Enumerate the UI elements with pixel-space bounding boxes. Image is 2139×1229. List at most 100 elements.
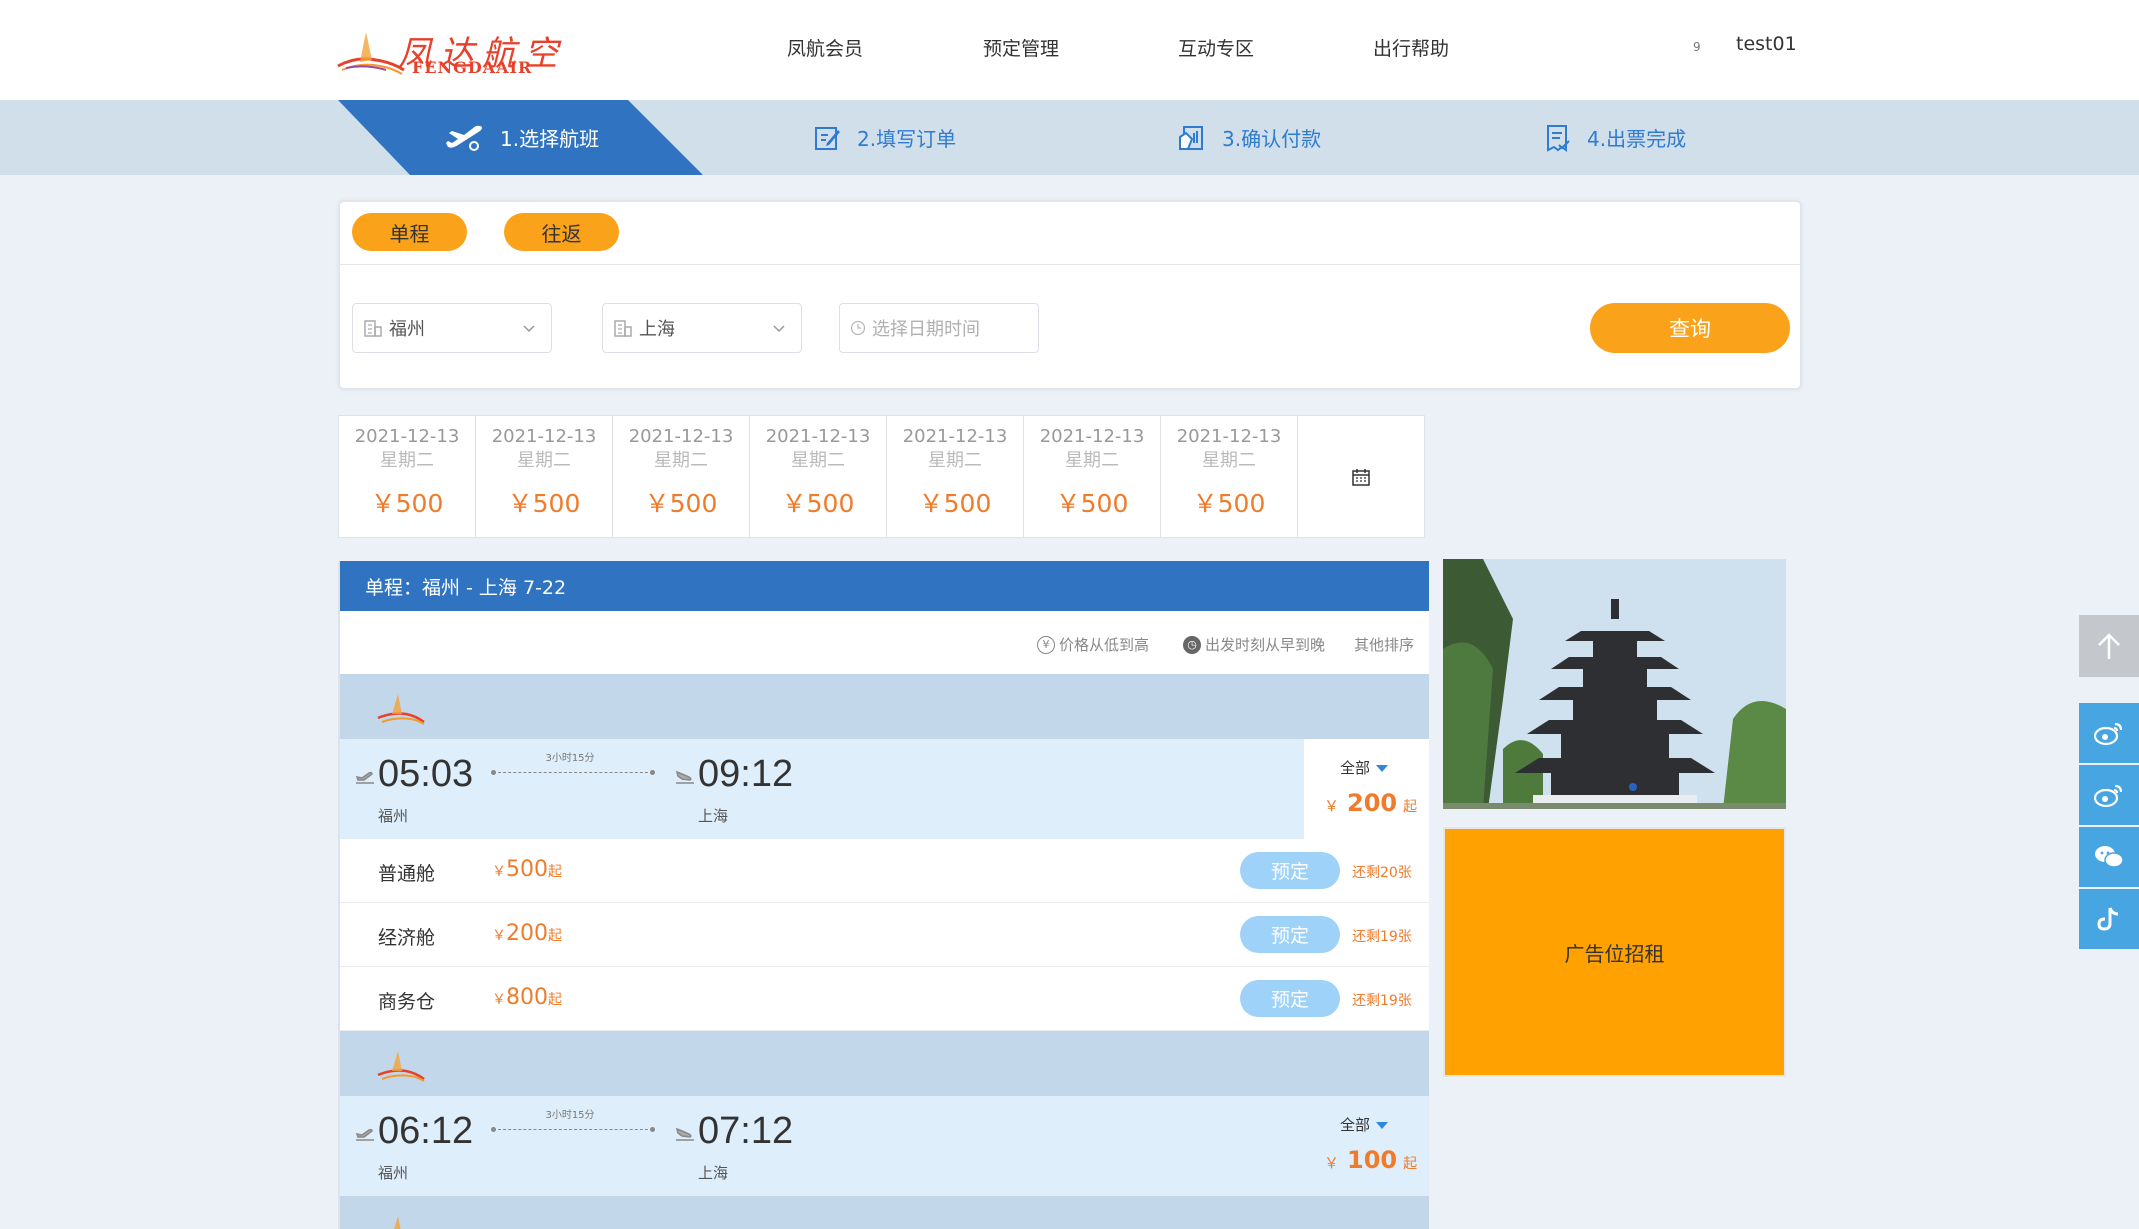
round-trip-button[interactable]: 往返 (504, 213, 619, 251)
cabin-row: 经济舱 ￥200起 预定 还剩19张 (340, 903, 1429, 967)
ticket-done-icon (1547, 124, 1570, 152)
caret-down-icon (1376, 765, 1389, 772)
book-button[interactable]: 预定 (1240, 852, 1340, 889)
cabin-name: 普通舱 (378, 863, 436, 885)
currency-symbol: ￥ (492, 928, 506, 944)
nav-interaction[interactable]: 互动专区 (1178, 34, 1254, 61)
query-button[interactable]: 查询 (1590, 303, 1790, 353)
building-icon (364, 320, 382, 337)
flight-duration: 3小时15分 (545, 753, 595, 764)
yen-circle-icon: ¥ (1037, 635, 1055, 654)
clock-icon: ◷ (1183, 635, 1201, 654)
currency-symbol: ￥ (1324, 1154, 1340, 1172)
landing-icon (675, 770, 694, 784)
step-label: 2.填写订单 (857, 127, 957, 151)
chevron-down-icon (773, 325, 785, 333)
lowest-price-value: 200 (1347, 789, 1398, 817)
price-summary: 全部 ￥ 100 起 (1304, 1096, 1429, 1196)
cabin-filter-dropdown[interactable]: 全部 (1340, 1114, 1389, 1135)
currency-symbol: ￥ (492, 864, 506, 880)
date-cell[interactable]: 2021-12-13 星期二 ￥500 (1161, 416, 1298, 537)
book-button[interactable]: 预定 (1240, 916, 1340, 953)
sort-by-time[interactable]: ◷ 出发时刻从早到晚 (1183, 634, 1325, 655)
currency-symbol: ￥ (492, 992, 506, 1008)
divider (340, 264, 1800, 265)
seats-remaining: 还剩19张 (1352, 929, 1412, 945)
flight-row[interactable]: 06:12 福州 3小时15分 07:12 上海 全部 ￥ 100 起 (340, 1096, 1429, 1196)
book-button[interactable]: 预定 (1240, 980, 1340, 1017)
price-suffix: 起 (1403, 1156, 1418, 1172)
date-price: ￥500 (1192, 489, 1266, 518)
from-city-select[interactable]: 福州 (352, 303, 552, 353)
date-cell[interactable]: 2021-12-13 星期二 ￥500 (613, 416, 750, 537)
price-suffix: 起 (548, 992, 562, 1008)
calendar-button[interactable] (1298, 416, 1424, 537)
progress-steps: 1.选择航班 2.填写订单 3.确认付款 4.出票完成 (0, 100, 2139, 175)
user-marker: 9 (1693, 40, 1701, 54)
flight-row[interactable]: 05:03 福州 3小时15分 09:12 上海 全部 ￥ 200 起 (340, 739, 1429, 839)
date-cell[interactable]: 2021-12-13 星期二 ￥500 (339, 416, 476, 537)
user-name[interactable]: test01 (1736, 33, 1797, 55)
arrow-up-icon (2098, 633, 2120, 659)
pagoda-image (1443, 559, 1786, 809)
nav-booking-manage[interactable]: 预定管理 (983, 34, 1059, 61)
one-way-button[interactable]: 单程 (352, 213, 467, 251)
date-text: 2021-12-13 (902, 426, 1008, 447)
date-cell[interactable]: 2021-12-13 星期二 ￥500 (750, 416, 887, 537)
weibo-button[interactable] (2079, 703, 2139, 763)
wechat-icon (2095, 846, 2124, 868)
back-to-top-button[interactable] (2079, 615, 2139, 677)
weibo-button[interactable] (2079, 765, 2139, 825)
date-time-input[interactable]: 选择日期时间 (839, 303, 1039, 353)
sort-bar: ¥ 价格从低到高 ◷ 出发时刻从早到晚 其他排序 (340, 611, 1429, 674)
ad-banner[interactable]: 广告位招租 (1443, 827, 1786, 1077)
date-text: 2021-12-13 (354, 426, 460, 447)
logo-subtext: FENGDAAIR (412, 58, 533, 77)
airline-bar (340, 1031, 1429, 1096)
calendar-icon (1352, 468, 1370, 486)
date-cell[interactable]: 2021-12-13 星期二 ￥500 (1024, 416, 1161, 537)
price-suffix: 起 (548, 864, 562, 880)
duration-line (491, 1127, 655, 1132)
arrive-time: 07:12 (698, 1110, 794, 1152)
duration-line (491, 770, 655, 775)
nav-travel-help[interactable]: 出行帮助 (1373, 34, 1449, 61)
date-price: ￥500 (918, 489, 992, 518)
cabin-filter-label: 全部 (1340, 759, 1371, 777)
arrive-time: 09:12 (698, 753, 794, 795)
date-price: ￥500 (507, 489, 581, 518)
weekday-text: 星期二 (517, 450, 571, 471)
edit-form-icon (815, 126, 840, 150)
seats-remaining: 还剩19张 (1352, 993, 1412, 1009)
cabin-price: ￥800起 (492, 985, 562, 1010)
date-price: ￥500 (370, 489, 444, 518)
airline-logo-icon (394, 1216, 401, 1229)
cabin-filter-dropdown[interactable]: 全部 (1340, 757, 1389, 778)
price-suffix: 起 (1403, 799, 1418, 815)
cabin-row: 普通舱 ￥500起 预定 还剩20张 (340, 839, 1429, 903)
logo[interactable]: 凤达航空 FENGDAAIR (336, 26, 592, 77)
weekday-text: 星期二 (1065, 450, 1119, 471)
date-cell[interactable]: 2021-12-13 星期二 ￥500 (476, 416, 613, 537)
seats-remaining: 还剩20张 (1352, 865, 1412, 881)
tiktok-button[interactable] (2079, 889, 2139, 949)
cabin-price: ￥200起 (492, 921, 562, 946)
sort-by-price[interactable]: ¥ 价格从低到高 (1037, 634, 1149, 655)
date-cell[interactable]: 2021-12-13 星期二 ￥500 (887, 416, 1024, 537)
sort-other[interactable]: 其他排序 (1354, 634, 1414, 655)
cabin-price: ￥500起 (492, 857, 562, 882)
price-summary: 全部 ￥ 200 起 (1304, 739, 1429, 839)
airline-bar (340, 674, 1429, 739)
date-text: 2021-12-13 (1176, 426, 1282, 447)
arrive-city: 上海 (698, 807, 729, 825)
header: 凤达航空 FENGDAAIR 凤航会员 预定管理 互动专区 出行帮助 9 tes… (0, 0, 2139, 100)
landing-icon (675, 1127, 694, 1141)
search-card: 单程 往返 福州 上海 选择日期时间 查询 (338, 200, 1802, 390)
cabin-name: 商务仓 (378, 991, 436, 1013)
to-city-select[interactable]: 上海 (602, 303, 802, 353)
nav-member[interactable]: 凤航会员 (787, 34, 863, 61)
step-label: 3.确认付款 (1222, 127, 1322, 151)
lowest-price: ￥ 100 起 (1324, 1146, 1417, 1174)
wechat-button[interactable] (2079, 827, 2139, 887)
cabin-filter-label: 全部 (1340, 1116, 1371, 1134)
